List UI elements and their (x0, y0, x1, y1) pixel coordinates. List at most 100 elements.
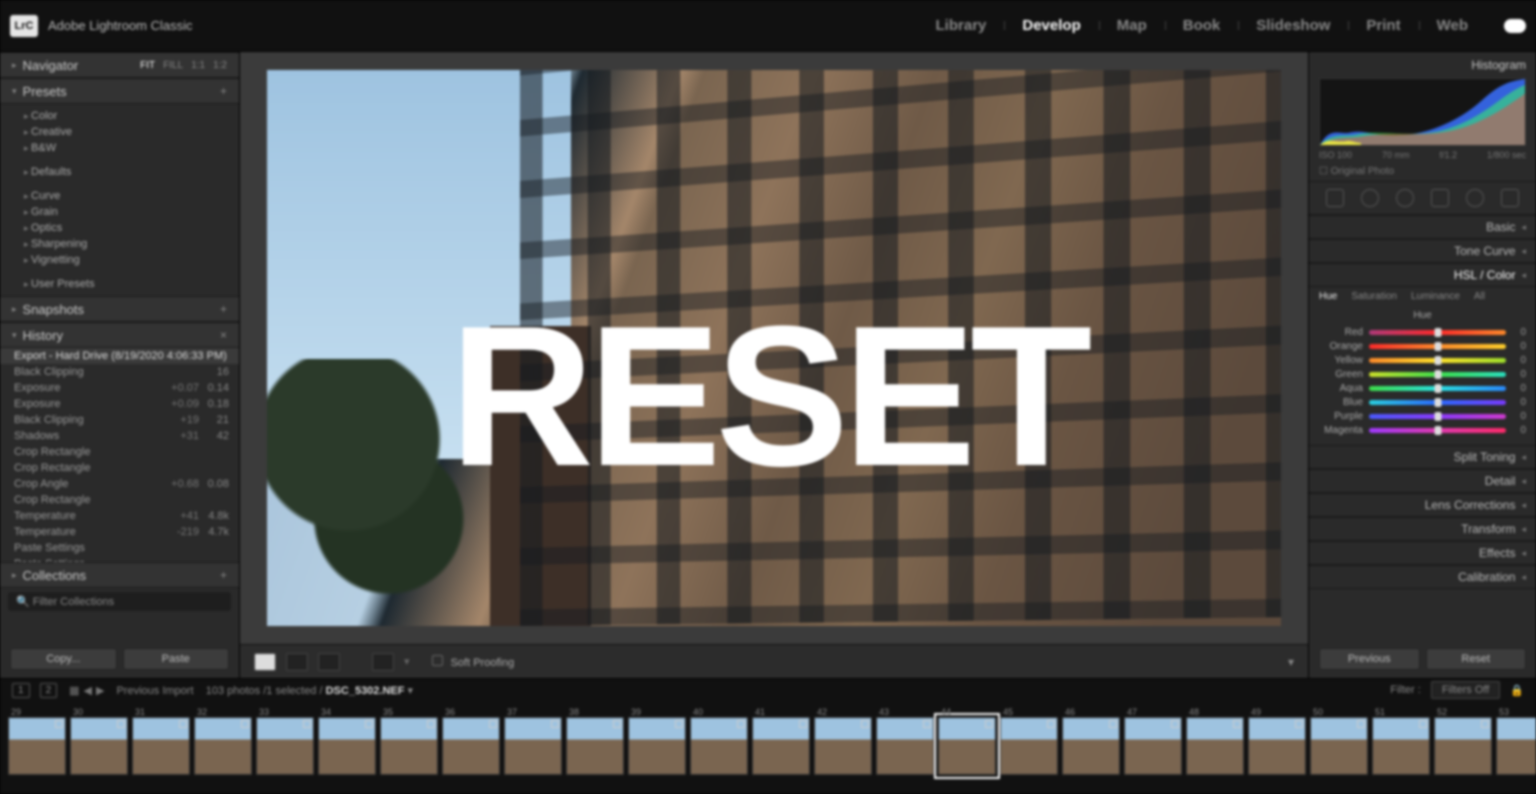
history-step[interactable]: Exposure+0.070.14 (0, 380, 239, 396)
radial-filter-icon[interactable] (1466, 189, 1484, 207)
filmstrip-thumbnail[interactable]: 39 (628, 717, 686, 775)
preset-group-item[interactable]: User Presets (24, 276, 239, 292)
slider-track[interactable] (1369, 358, 1506, 363)
history-step[interactable]: Temperature+414.8k (0, 508, 239, 524)
filmstrip-thumbnail[interactable]: 53 (1496, 717, 1536, 775)
secondary-display-button[interactable]: 2 (40, 683, 58, 698)
history-step[interactable]: Export - Hard Drive (8/19/2020 4:06:33 P… (0, 348, 239, 364)
develop-panel-header[interactable]: HSL / Color◂ (1309, 263, 1536, 287)
module-tab-develop[interactable]: Develop (1004, 17, 1098, 34)
toolbar-more-dropdown[interactable]: ▾ (1288, 655, 1294, 669)
preset-group-item[interactable]: Vignetting (24, 252, 239, 268)
hsl-slider-row[interactable]: Yellow0 (1319, 353, 1526, 367)
filmstrip-thumbnail[interactable]: 29 (8, 717, 66, 775)
add-icon[interactable]: + (220, 568, 227, 582)
breadcrumb[interactable]: Previous Import 103 photos /1 selected /… (116, 684, 413, 697)
module-tab-map[interactable]: Map (1099, 17, 1165, 34)
module-tab-library[interactable]: Library (918, 17, 1005, 34)
slider-track[interactable] (1369, 400, 1506, 405)
history-step[interactable]: Crop Rectangle (0, 492, 239, 508)
preset-group-item[interactable]: Color (24, 108, 239, 124)
filmstrip-thumbnail[interactable]: 31 (132, 717, 190, 775)
filmstrip-thumbnail[interactable]: 48 (1186, 717, 1244, 775)
filmstrip-thumbnail[interactable]: 36 (442, 717, 500, 775)
navigator-panel-header[interactable]: ▸ Navigator FITFILL1:11:2 (0, 52, 239, 78)
hsl-slider-row[interactable]: Orange0 (1319, 339, 1526, 353)
hsl-slider-row[interactable]: Green0 (1319, 367, 1526, 381)
filmstrip-thumbnail[interactable]: 49 (1248, 717, 1306, 775)
filmstrip-thumbnail[interactable]: 37 (504, 717, 562, 775)
history-panel-header[interactable]: ▾ History × (0, 322, 239, 348)
history-step[interactable]: Temperature-2194.7k (0, 524, 239, 540)
navigator-zoom-option[interactable]: FILL (163, 60, 183, 71)
before-after-button[interactable] (286, 653, 308, 671)
filmstrip-thumbnail[interactable]: 45 (1000, 717, 1058, 775)
filmstrip-thumbnail[interactable]: 41 (752, 717, 810, 775)
paste-button[interactable]: Paste (123, 648, 230, 670)
preset-group-item[interactable]: Optics (24, 220, 239, 236)
cloud-sync-icon[interactable] (1504, 19, 1526, 33)
filmstrip-thumbnail[interactable]: 40 (690, 717, 748, 775)
graduated-filter-icon[interactable] (1431, 189, 1449, 207)
develop-panel-header[interactable]: Basic◂ (1309, 215, 1536, 239)
spot-removal-icon[interactable] (1361, 189, 1379, 207)
module-tab-slideshow[interactable]: Slideshow (1238, 17, 1348, 34)
navigator-zoom-option[interactable]: FIT (140, 60, 155, 71)
history-step[interactable]: Black Clipping16 (0, 364, 239, 380)
filmstrip-thumbnail[interactable]: 33 (256, 717, 314, 775)
filter-collections-input[interactable]: 🔍 Filter Collections (8, 592, 231, 611)
yy-view-button[interactable] (372, 653, 394, 671)
filmstrip-thumbnail[interactable]: 30 (70, 717, 128, 775)
filmstrip-thumbnail[interactable]: 43 (876, 717, 934, 775)
history-step[interactable]: Crop Rectangle (0, 444, 239, 460)
crop-tool-icon[interactable] (1326, 189, 1344, 207)
filter-dropdown[interactable]: Filters Off (1431, 681, 1500, 699)
reset-button[interactable]: Reset (1426, 648, 1527, 670)
grid-nav-icons[interactable]: ▦◀▶ (67, 684, 106, 697)
develop-panel-header[interactable]: Transform◂ (1309, 517, 1536, 541)
filmstrip-thumbnail[interactable]: 34 (318, 717, 376, 775)
dropdown-icon[interactable]: ▾ (404, 655, 410, 668)
filmstrip-thumbnail[interactable]: 44 (938, 717, 996, 775)
clear-history-icon[interactable]: × (220, 328, 227, 342)
hsl-slider-row[interactable]: Red0 (1319, 325, 1526, 339)
soft-proofing-toggle[interactable]: Soft Proofing (432, 655, 515, 669)
slider-track[interactable] (1369, 428, 1506, 433)
module-tab-print[interactable]: Print (1348, 17, 1418, 34)
module-tab-book[interactable]: Book (1165, 17, 1239, 34)
develop-panel-header[interactable]: Effects◂ (1309, 541, 1536, 565)
navigator-zoom-options[interactable]: FITFILL1:11:2 (140, 60, 227, 71)
original-photo-toggle[interactable]: ☐ Original Photo (1309, 162, 1536, 181)
slider-track[interactable] (1369, 372, 1506, 377)
filmstrip-thumbnail[interactable]: 32 (194, 717, 252, 775)
preset-group-item[interactable]: Creative (24, 124, 239, 140)
develop-panel-header[interactable]: Tone Curve◂ (1309, 239, 1536, 263)
filmstrip-thumbnail[interactable]: 51 (1372, 717, 1430, 775)
preset-group-item[interactable]: B&W (24, 140, 239, 156)
hsl-tab[interactable]: Hue (1319, 291, 1337, 302)
slider-track[interactable] (1369, 330, 1506, 335)
filmstrip-thumbnail[interactable]: 42 (814, 717, 872, 775)
filmstrip-thumbnail[interactable]: 47 (1124, 717, 1182, 775)
hsl-slider-row[interactable]: Aqua0 (1319, 381, 1526, 395)
filmstrip-thumbnail[interactable]: 38 (566, 717, 624, 775)
slider-track[interactable] (1369, 414, 1506, 419)
preset-group-item[interactable]: Curve (24, 188, 239, 204)
primary-display-button[interactable]: 1 (12, 683, 30, 698)
history-step[interactable]: Crop Rectangle (0, 460, 239, 476)
image-canvas[interactable] (240, 52, 1308, 644)
previous-button[interactable]: Previous (1319, 648, 1420, 670)
history-step[interactable]: Exposure+0.090.18 (0, 396, 239, 412)
slider-track[interactable] (1369, 386, 1506, 391)
add-icon[interactable]: + (220, 302, 227, 316)
hsl-slider-row[interactable]: Purple0 (1319, 409, 1526, 423)
develop-panel-header[interactable]: Detail◂ (1309, 469, 1536, 493)
preset-group-item[interactable]: Sharpening (24, 236, 239, 252)
histogram-graph[interactable] (1319, 78, 1526, 146)
module-tab-web[interactable]: Web (1419, 17, 1486, 34)
copy-button[interactable]: Copy... (10, 648, 117, 670)
develop-panel-header[interactable]: Calibration◂ (1309, 565, 1536, 589)
loupe-view-button[interactable] (254, 653, 276, 671)
filmstrip[interactable]: 2930313233343536373839404142434445464748… (0, 701, 1536, 791)
history-step[interactable]: Shadows+3142 (0, 428, 239, 444)
